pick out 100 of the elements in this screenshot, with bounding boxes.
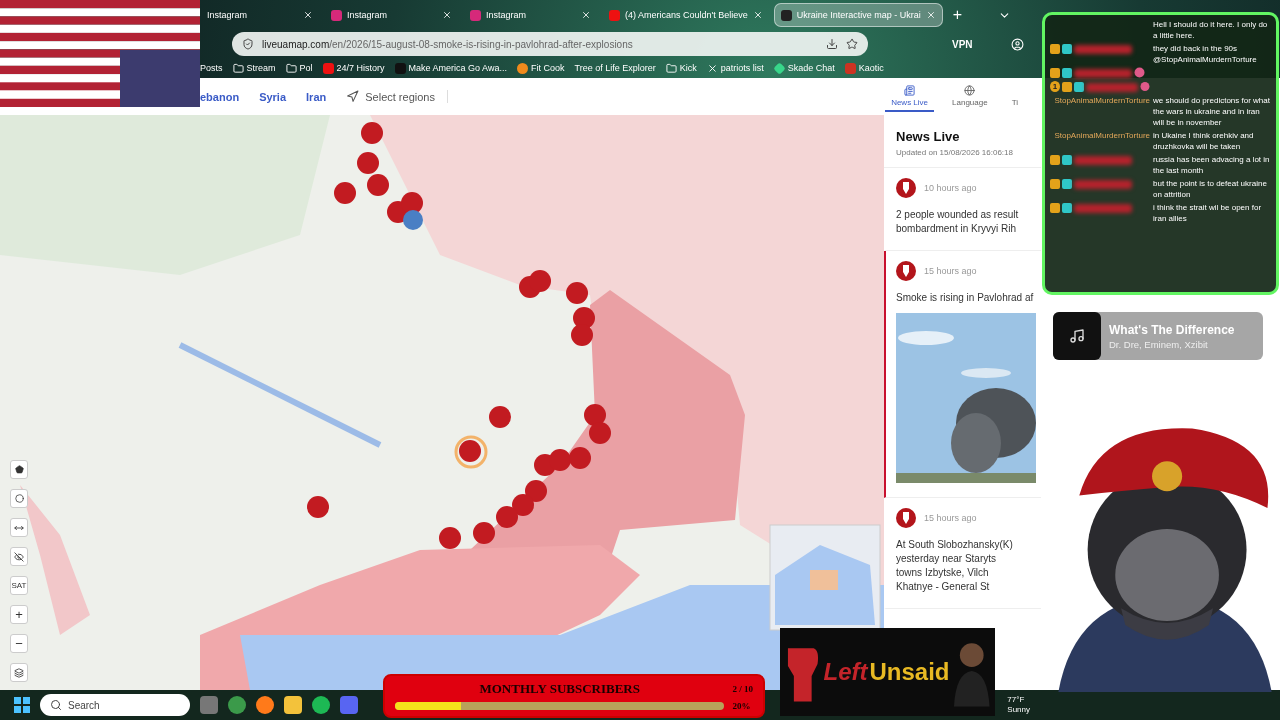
chat-username: StopAnimalMurdernTorture: [1054, 130, 1150, 141]
blurred-username: [1085, 83, 1139, 92]
badge-icon: [1062, 68, 1072, 78]
region-link[interactable]: ebanon: [200, 90, 240, 103]
panel-tab[interactable]: Ti: [1005, 81, 1024, 112]
logo-text: Left: [823, 658, 868, 686]
bookmark[interactable]: Tree of Life Explorer: [574, 63, 656, 73]
bookmark[interactable]: Posts: [200, 63, 223, 73]
install-icon[interactable]: [826, 38, 838, 50]
news-text: 2 people wounded as result: [896, 208, 1020, 222]
news-text: At South Slobozhansky(K): [896, 538, 1014, 552]
bookmark[interactable]: Pol: [285, 62, 313, 74]
bookmark[interactable]: Kaotic: [844, 62, 884, 74]
news-text: Smoke is rising in Pavlohrad af: [896, 291, 1035, 305]
bomb-icon: [896, 508, 916, 528]
bomb-icon: [896, 178, 916, 198]
measure-button[interactable]: [10, 518, 28, 537]
region-link[interactable]: Iran: [306, 90, 327, 103]
search-icon: [50, 699, 62, 711]
bomb-icon: [896, 261, 916, 281]
region-link[interactable]: Syria: [259, 90, 287, 103]
news-time: 15 hours ago: [924, 513, 977, 523]
goal-percent: 20%: [732, 701, 752, 711]
select-regions-button[interactable]: Select regions: [346, 90, 448, 103]
news-time: 10 hours ago: [924, 183, 977, 193]
draw-circle-button[interactable]: [10, 489, 28, 508]
bookmark[interactable]: Skade Chat: [773, 62, 835, 74]
badge-icon: [1073, 82, 1084, 92]
layers-button[interactable]: [10, 663, 28, 682]
updated-time: Updated on 15/08/2026 16:06:18: [896, 148, 1014, 157]
crown-badge-icon: [1050, 179, 1060, 189]
news-item[interactable]: 15 hours ago Smoke is rising in Pavlohrad af: [884, 251, 1041, 498]
browser-tab[interactable]: Instagram: [200, 3, 320, 27]
dot-icon: [516, 62, 528, 74]
profile-icon[interactable]: [1010, 37, 1024, 51]
badge-icon: [1062, 203, 1072, 213]
bookmark[interactable]: Make America Go Awa...: [394, 62, 507, 74]
news-text: bombardment in Kryvyi Rih: [896, 222, 1018, 236]
news-text: yesterday near Staryts: [896, 552, 998, 566]
browser-tab[interactable]: Instagram: [463, 3, 598, 27]
emote-icon: [1140, 81, 1150, 92]
globe-icon: [964, 85, 976, 96]
badge-icon: [1062, 179, 1072, 189]
navigation-icon: [346, 90, 360, 103]
song-title: What's The Difference: [1109, 322, 1235, 337]
news-text: Khatnye - General St: [896, 580, 991, 594]
layers-icon: [14, 667, 24, 678]
close-icon[interactable]: [752, 10, 763, 20]
blurred-username: [1074, 69, 1132, 78]
shield-icon: [242, 38, 254, 50]
vpn-button[interactable]: VPN: [952, 38, 973, 50]
count-badge: 1: [1050, 81, 1060, 92]
badge-icon: [1062, 44, 1072, 54]
panel-tab[interactable]: Language: [946, 81, 994, 112]
bookmark[interactable]: 24/7 History: [322, 62, 385, 74]
crown-badge-icon: [1050, 68, 1060, 78]
search-field[interactable]: Search: [40, 694, 190, 716]
browser-tab[interactable]: Ukraine Interactive map - Ukrai: [773, 3, 943, 27]
chat-username: StopAnimalMurdernTorture: [1054, 95, 1150, 106]
map-control-button[interactable]: −: [10, 634, 28, 653]
news-time: 15 hours ago: [924, 266, 977, 276]
weather-text: Sunny: [1007, 705, 1030, 715]
blurred-username: [1074, 204, 1132, 213]
eye-off-icon: [14, 551, 24, 562]
crown-badge-icon: [1050, 155, 1060, 165]
panel-title: News Live: [896, 129, 961, 144]
chat-message: i think the strait wil be open for iran allies: [1153, 202, 1263, 224]
chat-message: they did back in the 90s @StopAnimalMurdernTorture: [1153, 43, 1258, 65]
map-control-button[interactable]: SAT: [10, 576, 28, 595]
close-icon[interactable]: [303, 10, 313, 20]
circle-icon: [14, 494, 24, 503]
blurred-username: [1074, 156, 1132, 165]
song-artists: Dr. Dre, Eminem, Xzibit: [1109, 338, 1209, 350]
temperature: 77°F: [1007, 695, 1026, 705]
map-control-button[interactable]: +: [10, 605, 28, 624]
browser-tab[interactable]: Instagram: [324, 3, 459, 27]
crown-badge-icon: [1061, 82, 1072, 92]
blurred-username: [1074, 180, 1132, 189]
chat-message: Hell I should do it here. I only do a little here.: [1153, 19, 1269, 41]
draw-polygon-button[interactable]: [10, 460, 28, 479]
bookmark[interactable]: Fit Cook: [516, 62, 565, 74]
blurred-username: [1074, 45, 1132, 54]
news-text: towns Izbytske, Vilch: [896, 566, 990, 580]
goal-title: MONTHLY SUBSCRIBERS: [478, 681, 641, 697]
hide-button[interactable]: [10, 547, 28, 566]
close-icon[interactable]: [442, 10, 452, 20]
bookmark[interactable]: Kick: [665, 62, 697, 74]
new-tab-button[interactable]: +: [946, 7, 969, 23]
panel-tab[interactable]: News Live: [885, 81, 935, 112]
bookmark[interactable]: patriots list: [706, 62, 764, 74]
windows-icon[interactable]: [14, 697, 30, 713]
browser-tab[interactable]: (4) Americans Couldn't Believe: [602, 3, 770, 27]
x-icon: [706, 62, 718, 74]
news-icon: [904, 85, 916, 96]
address-bar[interactable]: liveuamap.com/en/2026/15-august-08-smoke-is-rising-in-pavlohrad-after-explosions: [232, 32, 868, 56]
close-icon[interactable]: [581, 10, 591, 20]
star-icon[interactable]: [846, 38, 858, 50]
goal-count: 2 / 10: [732, 684, 753, 694]
bookmark[interactable]: Stream: [232, 62, 276, 74]
emote-icon: [1134, 67, 1145, 78]
